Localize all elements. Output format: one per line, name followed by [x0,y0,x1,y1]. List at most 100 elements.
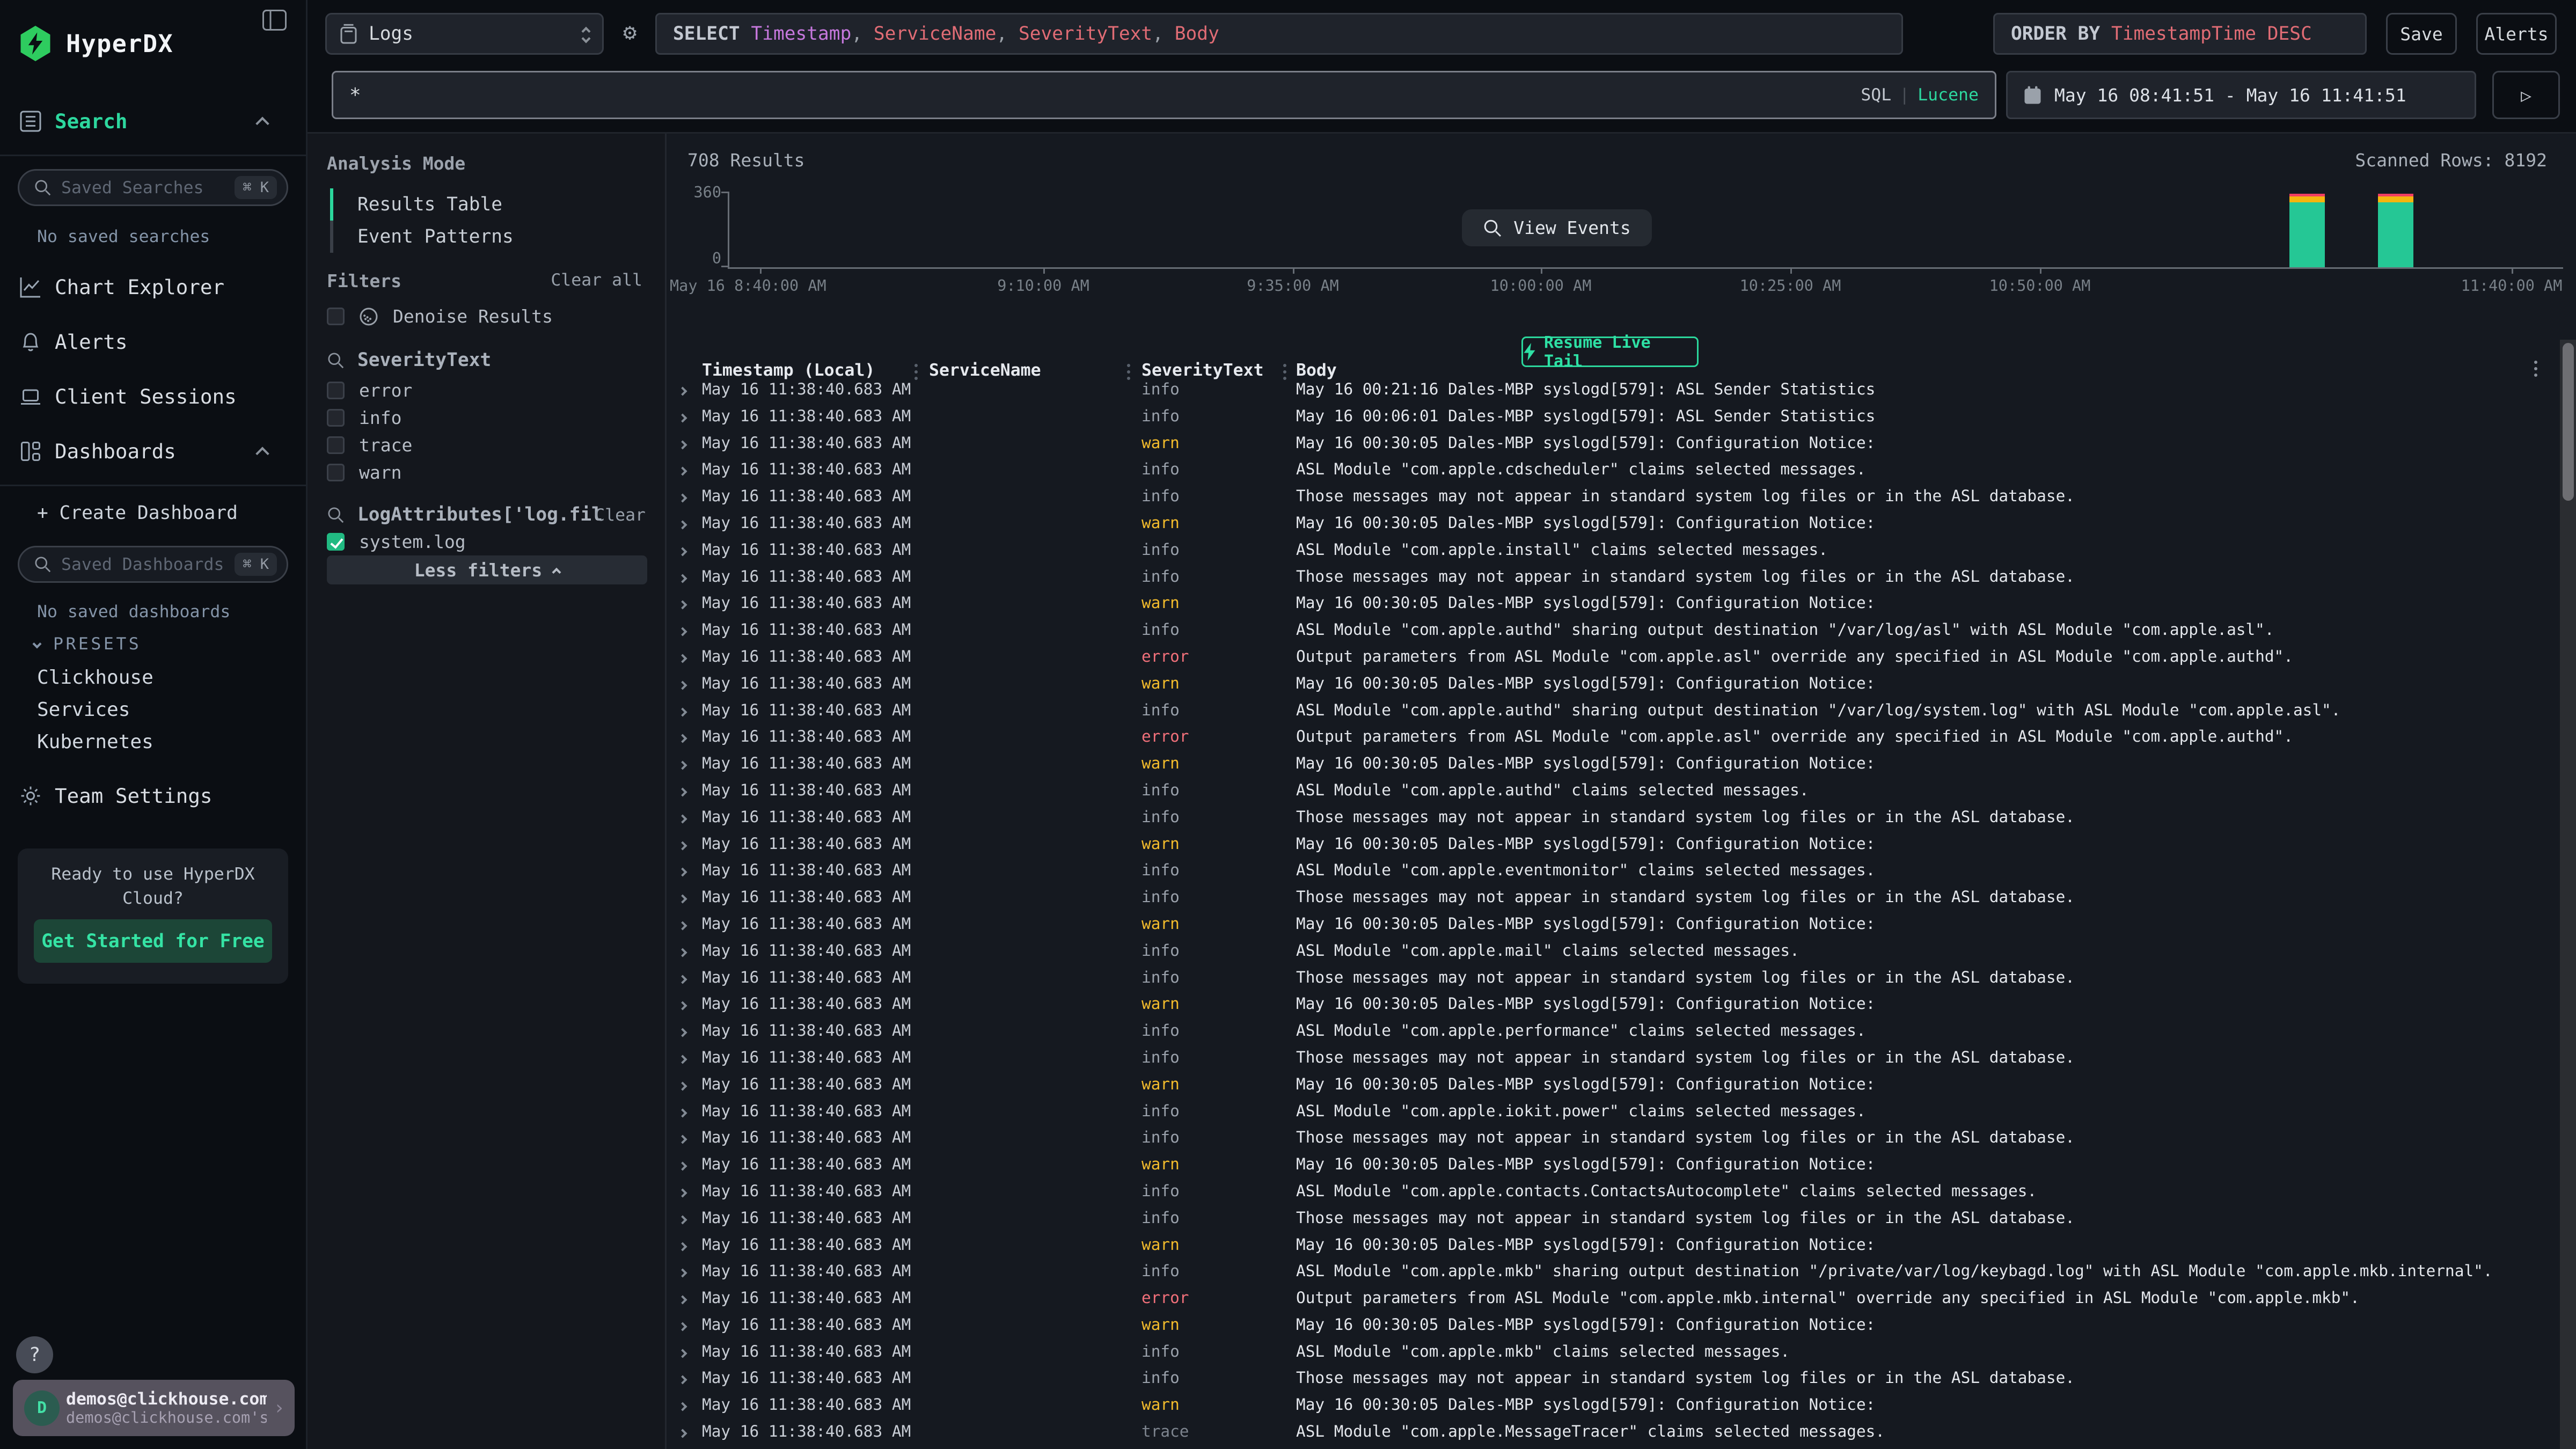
expand-row-icon[interactable] [678,1188,687,1197]
source-select[interactable]: Logs [325,13,604,55]
alerts-button[interactable]: Alerts [2476,13,2557,55]
expand-row-icon[interactable] [678,1108,687,1117]
expand-row-icon[interactable] [678,975,687,984]
log-row[interactable]: May 16 11:38:40.683 AM info ASL Module "… [667,1182,2560,1209]
filter-option-trace[interactable]: trace [327,435,642,456]
presets-section-toggle[interactable]: PRESETS [34,634,141,654]
log-row[interactable]: May 16 11:38:40.683 AM info ASL Module "… [667,1021,2560,1048]
log-row[interactable]: May 16 11:38:40.683 AM info Those messag… [667,1048,2560,1075]
expand-row-icon[interactable] [678,1135,687,1144]
log-row[interactable]: May 16 11:38:40.683 AM info ASL Module "… [667,781,2560,808]
run-query-button[interactable]: ▷ [2492,71,2560,119]
expand-row-icon[interactable] [678,467,687,476]
column-header-body[interactable]: Body [1296,361,1337,380]
expand-row-icon[interactable] [678,1402,687,1411]
expand-row-icon[interactable] [678,921,687,930]
checkbox[interactable] [327,382,345,399]
expand-row-icon[interactable] [678,707,687,716]
filter-option-system-log[interactable]: system.log [327,531,642,552]
language-toggle[interactable]: SQL|Lucene [1861,85,1979,105]
log-row[interactable]: May 16 11:38:40.683 AM info May 16 00:21… [667,380,2560,407]
select-clause-input[interactable]: SELECT Timestamp, ServiceName, SeverityT… [655,13,1903,55]
expand-row-icon[interactable] [678,1215,687,1224]
expand-row-icon[interactable] [678,627,687,636]
help-button[interactable]: ? [16,1336,53,1373]
preset-services[interactable]: Services [37,699,130,721]
preset-kubernetes[interactable]: Kubernetes [37,731,153,753]
log-row[interactable]: May 16 11:38:40.683 AM info ASL Module "… [667,1102,2560,1129]
expand-row-icon[interactable] [678,680,687,690]
checkbox[interactable] [327,436,345,454]
expand-row-icon[interactable] [678,1322,687,1331]
log-row[interactable]: May 16 11:38:40.683 AM info May 16 00:06… [667,407,2560,434]
toggle-sql[interactable]: SQL [1861,85,1891,105]
log-row[interactable]: May 16 11:38:40.683 AM error Output para… [667,727,2560,754]
denoise-checkbox[interactable] [327,308,345,325]
mode-results-table[interactable]: Results Table [330,188,636,221]
saved-dashboards-input[interactable]: Saved Dashboards ⌘ K [18,546,288,583]
create-dashboard-button[interactable]: + Create Dashboard [37,502,238,524]
log-row[interactable]: May 16 11:38:40.683 AM info ASL Module "… [667,701,2560,728]
expand-row-icon[interactable] [678,841,687,850]
expand-row-icon[interactable] [678,1349,687,1358]
expand-row-icon[interactable] [678,1269,687,1278]
log-row[interactable]: May 16 11:38:40.683 AM info Those messag… [667,1128,2560,1155]
log-row[interactable]: May 16 11:38:40.683 AM info ASL Module "… [667,1262,2560,1289]
table-options-kebab-icon[interactable] [2534,361,2537,364]
log-row[interactable]: May 16 11:38:40.683 AM warn May 16 00:30… [667,514,2560,540]
log-row[interactable]: May 16 11:38:40.683 AM trace ASL Module … [667,1422,2560,1449]
sidebar-item-alerts[interactable]: Alerts [19,330,290,354]
log-row[interactable]: May 16 11:38:40.683 AM info ASL Module "… [667,540,2560,567]
log-row[interactable]: May 16 11:38:40.683 AM error Output para… [667,647,2560,674]
log-row[interactable]: May 16 11:38:40.683 AM warn May 16 00:30… [667,674,2560,701]
sidebar-item-team-settings[interactable]: Team Settings [19,784,290,808]
expand-row-icon[interactable] [678,1375,687,1385]
sidebar-item-client-sessions[interactable]: Client Sessions [19,385,290,408]
expand-row-icon[interactable] [678,1242,687,1251]
log-row[interactable]: May 16 11:38:40.683 AM info Those messag… [667,1368,2560,1395]
column-header-severitytext[interactable]: SeverityText [1141,361,1264,380]
log-row[interactable]: May 16 11:38:40.683 AM warn May 16 00:30… [667,994,2560,1021]
checkbox[interactable] [327,409,345,427]
scrollbar[interactable] [2560,340,2576,1449]
preset-clickhouse[interactable]: Clickhouse [37,667,153,689]
log-row[interactable]: May 16 11:38:40.683 AM warn May 16 00:30… [667,754,2560,781]
expand-row-icon[interactable] [678,1081,687,1091]
log-row[interactable]: May 16 11:38:40.683 AM info ASL Module "… [667,861,2560,888]
toggle-lucene[interactable]: Lucene [1918,85,1979,105]
expand-row-icon[interactable] [678,1028,687,1037]
filter-option-warn[interactable]: warn [327,462,642,483]
column-resize-handle-icon[interactable] [1127,364,1130,367]
expand-row-icon[interactable] [678,520,687,529]
log-row[interactable]: May 16 11:38:40.683 AM warn May 16 00:30… [667,1155,2560,1182]
checkbox[interactable] [327,464,345,481]
sidebar-item-search[interactable]: Search [19,109,290,133]
expand-row-icon[interactable] [678,1055,687,1064]
log-row[interactable]: May 16 11:38:40.683 AM warn May 16 00:30… [667,1395,2560,1422]
source-settings-gear-icon[interactable]: ⚙ [623,21,636,43]
expand-row-icon[interactable] [678,1001,687,1011]
denoise-filter[interactable]: Denoise Results [327,306,642,327]
sidebar-item-chart-explorer[interactable]: Chart Explorer [19,275,290,299]
less-filters-button[interactable]: Less filters [327,555,647,584]
clear-all-link[interactable]: Clear all [551,270,642,290]
save-button[interactable]: Save [2386,13,2457,55]
user-menu[interactable]: D demos@clickhouse.com demos@clickhouse.… [13,1380,295,1436]
clear-group-link[interactable]: Clear [595,506,646,525]
search-query-input[interactable]: * SQL|Lucene [332,71,1996,119]
log-row[interactable]: May 16 11:38:40.683 AM warn May 16 00:30… [667,434,2560,460]
log-row[interactable]: May 16 11:38:40.683 AM info ASL Module "… [667,1342,2560,1369]
expand-row-icon[interactable] [678,547,687,556]
log-row[interactable]: May 16 11:38:40.683 AM warn May 16 00:30… [667,1075,2560,1102]
log-row[interactable]: May 16 11:38:40.683 AM warn May 16 00:30… [667,914,2560,941]
expand-row-icon[interactable] [678,413,687,422]
date-range-picker[interactable]: May 16 08:41:51 - May 16 11:41:51 [2006,71,2476,119]
expand-row-icon[interactable] [678,440,687,449]
log-row[interactable]: May 16 11:38:40.683 AM warn May 16 00:30… [667,1315,2560,1342]
expand-row-icon[interactable] [678,734,687,743]
filter-option-error[interactable]: error [327,380,642,401]
expand-row-icon[interactable] [678,948,687,957]
histogram-bar[interactable] [2378,194,2413,267]
log-row[interactable]: May 16 11:38:40.683 AM info Those messag… [667,487,2560,514]
saved-searches-input[interactable]: Saved Searches ⌘ K [18,169,288,206]
